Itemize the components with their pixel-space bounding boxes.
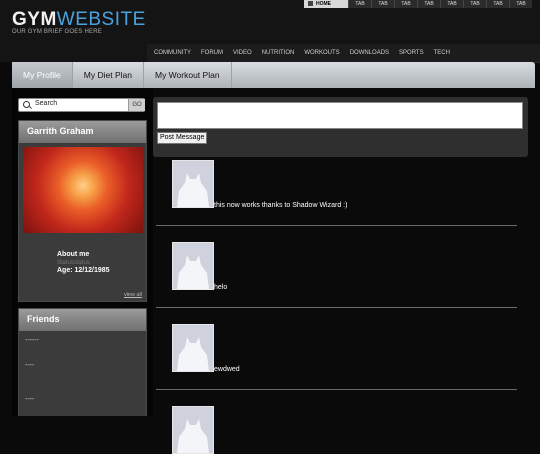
top-tab[interactable]: TAB <box>463 0 486 8</box>
top-tab[interactable]: TAB <box>440 0 463 8</box>
batman-silhouette-icon <box>177 419 209 453</box>
top-tab[interactable]: TAB <box>394 0 417 8</box>
top-tab[interactable]: TAB <box>486 0 509 8</box>
batman-silhouette-icon <box>177 337 209 371</box>
nav-tech[interactable]: TECH <box>434 50 450 56</box>
main-nav: COMMUNITY FORUM VIDEO NUTRITION WORKOUTS… <box>147 44 540 63</box>
avatar[interactable] <box>172 324 214 372</box>
top-tab[interactable]: TAB <box>348 0 371 8</box>
nav-video[interactable]: VIDEO <box>233 50 252 56</box>
about-me-label: About me <box>57 251 90 258</box>
home-icon <box>308 1 313 7</box>
post-message-button[interactable]: Post Message <box>157 132 208 144</box>
top-tab[interactable]: TAB <box>417 0 440 8</box>
post-text: ewdwed <box>214 366 240 373</box>
friend-item[interactable]: ------ <box>25 337 39 344</box>
tab-my-diet-plan[interactable]: My Diet Plan <box>73 62 144 88</box>
friends-title: Friends <box>19 309 146 331</box>
avatar[interactable] <box>172 406 214 454</box>
profile-age: Age: 12/12/1985 <box>57 267 110 274</box>
search-input[interactable]: Search <box>18 98 145 112</box>
profile-photo <box>23 147 143 233</box>
batman-silhouette-icon <box>177 255 209 289</box>
avatar[interactable] <box>172 242 214 290</box>
profile-panel: Garrith Graham About me Statusstatus Age… <box>18 120 147 302</box>
post-text: helo <box>214 284 228 291</box>
top-tabs: HOME TAB TAB TAB TAB TAB TAB TAB TAB <box>304 0 532 8</box>
avatar[interactable] <box>172 160 214 208</box>
nav-workouts[interactable]: WORKOUTS <box>304 50 339 56</box>
batman-silhouette-icon <box>177 173 209 207</box>
friends-panel: Friends ------ ---- ---- <box>18 308 147 416</box>
site-tagline: OUR GYM BRIEF GOES HERE <box>12 29 102 35</box>
view-all-link[interactable]: view all <box>124 292 142 298</box>
top-tab[interactable]: TAB <box>371 0 394 8</box>
tab-my-profile[interactable]: My Profile <box>12 62 73 88</box>
nav-forum[interactable]: FORUM <box>201 50 223 56</box>
friend-item[interactable]: ---- <box>25 396 34 403</box>
page-tab-bar: My Profile My Diet Plan My Workout Plan <box>12 62 535 88</box>
nav-community[interactable]: COMMUNITY <box>154 50 191 56</box>
search-icon <box>23 101 30 108</box>
post-text: this now works thanks to Shadow Wizard :… <box>214 202 348 209</box>
profile-name: Garrith Graham <box>19 121 146 143</box>
post-item: this now works thanks to Shadow Wizard :… <box>156 144 517 226</box>
friend-item[interactable]: ---- <box>25 362 34 369</box>
site-logo[interactable]: GYMWEBSITE <box>12 9 146 31</box>
top-tab[interactable]: TAB <box>509 0 532 8</box>
top-tab-home[interactable]: HOME <box>304 0 348 8</box>
tab-my-workout-plan[interactable]: My Workout Plan <box>144 62 232 88</box>
post-item: helo <box>156 226 517 308</box>
profile-status: Statusstatus <box>57 260 91 266</box>
post-item <box>156 390 517 454</box>
nav-sports[interactable]: SPORTS <box>399 50 424 56</box>
search-go-button[interactable]: GO <box>128 99 145 111</box>
post-item: ewdwed <box>156 308 517 390</box>
nav-nutrition[interactable]: NUTRITION <box>262 50 295 56</box>
message-textarea[interactable] <box>157 102 523 129</box>
nav-downloads[interactable]: DOWNLOADS <box>350 50 389 56</box>
